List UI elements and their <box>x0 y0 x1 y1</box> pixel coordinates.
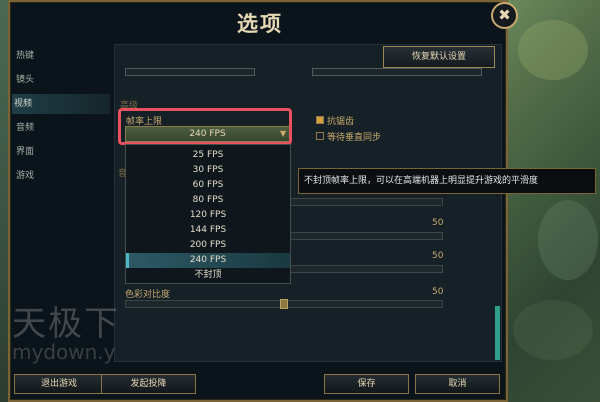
sidebar-item-camera[interactable]: 镜头 <box>14 70 112 90</box>
fps-option-144[interactable]: 144 FPS <box>126 223 290 238</box>
fps-option-240-selected[interactable]: 240 FPS <box>126 253 290 268</box>
checkbox-unchecked-icon <box>316 132 324 140</box>
fps-option-200[interactable]: 200 FPS <box>126 238 290 253</box>
color-contrast-label: 色彩对比度 <box>125 290 171 300</box>
slider-value-2: 50 <box>432 251 444 261</box>
dropdown-fragment-left[interactable] <box>125 68 255 76</box>
save-button[interactable]: 保存 <box>324 374 409 394</box>
frame-rate-dropdown: 25 FPS 30 FPS 60 FPS 80 FPS 120 FPS 144 … <box>125 144 291 284</box>
sidebar-item-hotkeys[interactable]: 热键 <box>14 46 112 66</box>
sidebar-item-video[interactable]: 视频 <box>12 94 110 114</box>
background-game-scene <box>508 0 600 402</box>
surrender-button[interactable]: 发起投降 <box>101 374 196 394</box>
fps-option-80[interactable]: 80 FPS <box>126 193 290 208</box>
window-title: 选项 <box>237 12 283 36</box>
scrollbar-thumb[interactable] <box>495 306 500 360</box>
sidebar-item-audio[interactable]: 音频 <box>14 118 112 138</box>
sidebar-item-game[interactable]: 游戏 <box>14 166 112 186</box>
vsync-label: 等待垂直同步 <box>327 133 382 143</box>
fps-option-25[interactable]: 25 FPS <box>126 148 290 163</box>
checkbox-checked-icon <box>316 116 324 124</box>
dropdown-fragment-right[interactable] <box>312 68 482 76</box>
fps-option-120[interactable]: 120 FPS <box>126 208 290 223</box>
sidebar-item-interface[interactable]: 界面 <box>14 142 112 162</box>
watermark-url: mydown.y <box>12 340 116 364</box>
cancel-button[interactable]: 取消 <box>415 374 500 394</box>
close-button[interactable]: ✖ <box>491 2 518 29</box>
highlight-annotation <box>118 108 292 145</box>
restore-defaults-button[interactable]: 恢复默认设置 <box>383 46 495 68</box>
close-icon: ✖ <box>498 6 511 24</box>
background-left <box>0 0 8 402</box>
frame-rate-tooltip: 不封顶帧率上限，可以在高端机器上明显提升游戏的平滑度 <box>298 168 596 194</box>
color-contrast-thumb[interactable] <box>280 299 288 309</box>
fps-option-unlimited[interactable]: 不封顶 <box>126 268 290 283</box>
slider-value-1: 50 <box>432 218 444 228</box>
watermark-text: 天极下 <box>12 304 120 344</box>
fps-option-60[interactable]: 60 FPS <box>126 178 290 193</box>
selection-marker <box>126 253 129 268</box>
fps-option-30[interactable]: 30 FPS <box>126 163 290 178</box>
exit-game-button[interactable]: 退出游戏 <box>14 374 104 394</box>
anti-aliasing-label: 抗锯齿 <box>327 117 355 127</box>
color-contrast-value: 50 <box>432 287 444 297</box>
